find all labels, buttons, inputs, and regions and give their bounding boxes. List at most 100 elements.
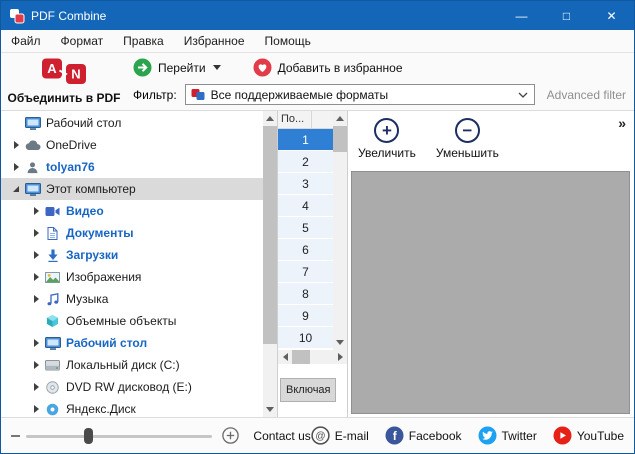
expand-toggle-icon[interactable] (9, 186, 23, 192)
tree-item[interactable]: Рабочий стол (1, 332, 263, 354)
tree-item[interactable]: Музыка (1, 288, 263, 310)
expand-toggle-icon[interactable] (9, 141, 23, 149)
zoom-out-label: Уменьшить (436, 146, 499, 160)
app-icon (9, 8, 25, 24)
combine-to-pdf-button[interactable]: A N Объединить в PDF (5, 55, 123, 107)
scroll-down-button[interactable] (333, 335, 347, 350)
scroll-left-button[interactable] (278, 350, 292, 364)
tree-item[interactable]: Документы (1, 222, 263, 244)
file-order-row[interactable]: 7 (278, 261, 333, 283)
titlebar: PDF Combine — □ ✕ (1, 1, 634, 30)
user-icon (23, 161, 42, 174)
social-link[interactable]: YouTube (553, 426, 624, 445)
zoom-plus-icon[interactable] (222, 427, 239, 444)
add-to-favorites-button[interactable]: Добавить в избранное (253, 58, 403, 77)
file-order-row[interactable]: 2 (278, 151, 333, 173)
social-link[interactable]: @ E-mail (311, 426, 369, 445)
minimize-button[interactable]: — (499, 1, 544, 30)
zoom-in-button[interactable]: + Увеличить (358, 118, 416, 160)
tree-item[interactable]: DVD RW дисковод (E:) (1, 376, 263, 398)
folder-tree: Рабочий стол OneDrive tolyan76 Этот комп… (1, 111, 263, 417)
svg-text:@: @ (315, 431, 325, 442)
file-order-row[interactable]: 5 (278, 217, 333, 239)
twitter-icon (478, 426, 497, 445)
expand-toggle-icon[interactable] (29, 339, 43, 347)
arrow-up-icon (266, 116, 274, 121)
tree-item[interactable]: Изображения (1, 266, 263, 288)
tree-item[interactable]: Локальный диск (C:) (1, 354, 263, 376)
window-title: PDF Combine (31, 9, 106, 23)
facebook-icon: f (385, 426, 404, 445)
file-order-panel: По... 12345678910 Включая (278, 111, 348, 417)
menu-item[interactable]: Формат (51, 30, 114, 52)
file-order-row[interactable]: 1 (278, 129, 333, 151)
downloads-icon (43, 249, 62, 262)
file-order-row[interactable]: 10 (278, 327, 333, 349)
folder-tree-panel: Рабочий стол OneDrive tolyan76 Этот комп… (1, 111, 278, 417)
menu-item[interactable]: Файл (1, 30, 51, 52)
email-icon: @ (311, 426, 330, 445)
computer-icon (23, 183, 42, 196)
expand-toggle-icon[interactable] (9, 163, 23, 171)
arrow-right-icon (338, 353, 343, 361)
tree-item[interactable]: Видео (1, 200, 263, 222)
pdf-combine-window: PDF Combine — □ ✕ ФайлФорматПравкаИзбран… (0, 0, 635, 454)
file-order-row[interactable]: 3 (278, 173, 333, 195)
menu-item[interactable]: Правка (113, 30, 174, 52)
file-list-scrollbar-thumb[interactable] (333, 126, 347, 152)
social-link[interactable]: f Facebook (385, 426, 462, 445)
file-order-row[interactable]: 4 (278, 195, 333, 217)
include-column-header[interactable]: Включая (280, 378, 336, 402)
hscrollbar-thumb[interactable] (292, 350, 310, 364)
onedrive-icon (23, 140, 42, 151)
tree-item[interactable]: Этот компьютер (1, 178, 263, 200)
file-order-row[interactable]: 9 (278, 305, 333, 327)
documents-icon (43, 227, 62, 240)
zoom-slider[interactable] (26, 427, 212, 445)
contact-us-link[interactable]: Contact us (253, 429, 310, 443)
menu-item[interactable]: Помощь (255, 30, 321, 52)
scroll-up-button[interactable] (263, 111, 277, 126)
filter-label: Фильтр: (133, 88, 177, 102)
expand-toggle-icon[interactable] (29, 405, 43, 413)
expand-toggle-icon[interactable] (29, 207, 43, 215)
expand-toggle-icon[interactable] (29, 295, 43, 303)
format-filter-dropdown[interactable]: Все поддерживаемые форматы (185, 84, 535, 105)
tree-item[interactable]: Объемные объекты (1, 310, 263, 332)
tree-item[interactable]: tolyan76 (1, 156, 263, 178)
order-column-header[interactable]: По... (278, 111, 333, 129)
expand-toggle-icon[interactable] (29, 273, 43, 281)
expand-toggle-icon[interactable] (29, 251, 43, 259)
maximize-button[interactable]: □ (544, 1, 589, 30)
zoom-slider-track[interactable] (26, 435, 212, 438)
expand-panel-chevron-icon[interactable]: » (618, 115, 626, 131)
tree-item[interactable]: Загрузки (1, 244, 263, 266)
file-order-row[interactable]: 8 (278, 283, 333, 305)
svg-text:A: A (47, 61, 57, 76)
scroll-up-button[interactable] (333, 111, 347, 126)
social-link[interactable]: Twitter (478, 426, 537, 445)
menu-item[interactable]: Избранное (174, 30, 255, 52)
tree-item[interactable]: Рабочий стол (1, 112, 263, 134)
zoom-slider-thumb[interactable] (84, 428, 93, 444)
file-list-scrollbar[interactable] (333, 111, 347, 350)
file-list-hscrollbar[interactable] (278, 350, 347, 364)
expand-toggle-icon[interactable] (29, 229, 43, 237)
close-button[interactable]: ✕ (589, 1, 634, 30)
expand-toggle-icon[interactable] (29, 383, 43, 391)
tree-scrollbar[interactable] (263, 111, 277, 417)
file-order-row[interactable]: 6 (278, 239, 333, 261)
arrow-down-icon (336, 340, 344, 345)
scroll-down-button[interactable] (263, 402, 277, 417)
zoom-out-button[interactable]: − Уменьшить (436, 118, 499, 160)
scroll-right-button[interactable] (333, 350, 347, 364)
tree-item[interactable]: OneDrive (1, 134, 263, 156)
expand-toggle-icon[interactable] (29, 361, 43, 369)
advanced-filter-link[interactable]: Advanced filter (547, 88, 626, 102)
tree-scrollbar-thumb[interactable] (263, 126, 277, 344)
tree-item[interactable]: Яндекс.Диск (1, 398, 263, 417)
svg-text:N: N (71, 66, 80, 81)
order-column-header-label: По... (278, 111, 312, 128)
arrow-down-icon (266, 407, 274, 412)
go-button[interactable]: Перейти (133, 58, 221, 77)
